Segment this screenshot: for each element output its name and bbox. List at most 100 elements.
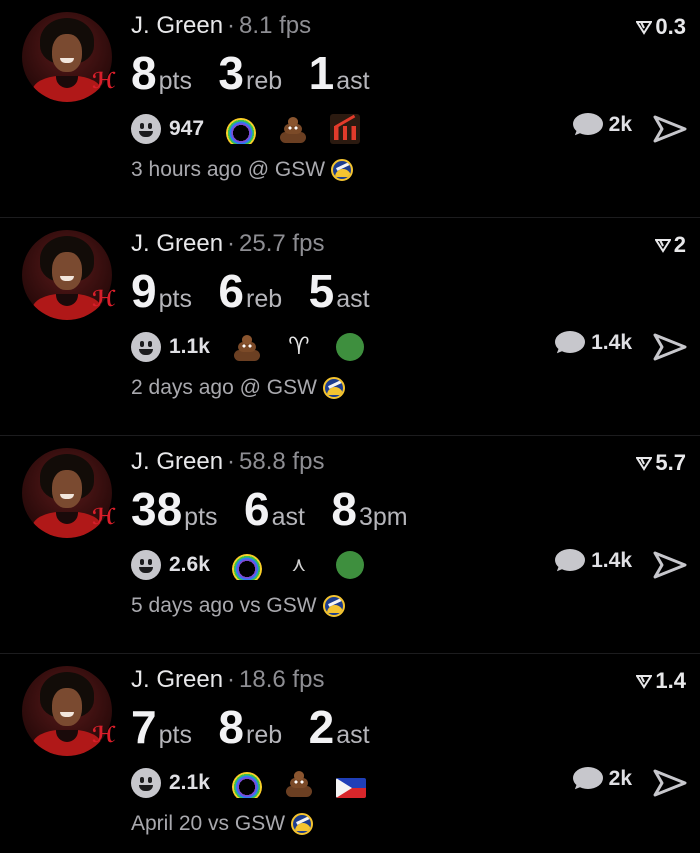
stat-label: ast xyxy=(336,285,370,313)
score-icon xyxy=(635,457,654,471)
stat-label: reb xyxy=(246,721,283,749)
stat-value: 6 xyxy=(243,483,270,535)
fps-value: 18.6 fps xyxy=(239,666,325,693)
post-time: 3 hours ago xyxy=(131,158,242,181)
reactions-bar: 1.1k ♈ xyxy=(131,330,386,364)
stat-value: 7 xyxy=(131,701,157,753)
matchup[interactable]: @ GSW xyxy=(248,158,325,182)
fps-value: 58.8 fps xyxy=(239,448,325,475)
reaction-count: 1.1k xyxy=(169,335,210,358)
stat-line: 38pts 6ast 83pm xyxy=(131,482,430,536)
smiley-react-icon[interactable] xyxy=(131,550,161,580)
score-badge: 2 xyxy=(653,232,686,258)
share-arrow-icon[interactable] xyxy=(652,550,688,580)
team-mark-icon: ℋ xyxy=(92,68,116,93)
feed: ℋ J. Green · 8.1 fps 0.3 8pts 3reb 1ast 94… xyxy=(0,0,700,853)
stat-value: 5 xyxy=(308,265,335,317)
philippines-flag-emoji-icon[interactable] xyxy=(335,778,366,798)
stat-label: pts xyxy=(158,721,192,749)
score-badge: 0.3 xyxy=(635,14,686,40)
rainbow-emoji-icon[interactable] xyxy=(226,114,257,144)
poop-emoji-icon[interactable] xyxy=(278,114,308,144)
score-value: 1.4 xyxy=(655,668,686,693)
player-name[interactable]: J. Green xyxy=(131,230,223,257)
rainbow-emoji-icon[interactable] xyxy=(231,768,262,798)
reaction-count: 2.1k xyxy=(169,771,210,794)
stat-item: 83pm xyxy=(331,482,407,536)
poop-emoji-icon[interactable] xyxy=(232,332,262,362)
stat-label: ast xyxy=(271,503,305,531)
post-time: April 20 xyxy=(131,812,203,835)
stat-item: 6reb xyxy=(218,264,282,318)
post-time: 5 days ago xyxy=(131,594,234,617)
share-arrow-icon[interactable] xyxy=(652,768,688,798)
post-meta: 2 days ago @ GSW xyxy=(131,376,345,400)
warriors-logo-icon xyxy=(322,377,345,399)
share-arrow-icon[interactable] xyxy=(652,332,688,362)
stat-line: 8pts 3reb 1ast xyxy=(131,46,392,100)
score-badge: 5.7 xyxy=(635,450,686,476)
post-card[interactable]: ℋ J. Green · 58.8 fps 5.7 38pts 6ast 83pm … xyxy=(0,436,700,654)
score-value: 5.7 xyxy=(655,450,686,475)
post-header: J. Green · 8.1 fps xyxy=(131,12,312,39)
post-header: J. Green · 18.6 fps xyxy=(131,666,325,693)
reaction-count: 2.6k xyxy=(169,553,210,576)
stat-item: 38pts xyxy=(131,482,218,536)
comment-button[interactable]: 1.4k xyxy=(555,331,632,357)
smiley-react-icon[interactable] xyxy=(131,768,161,798)
matchup[interactable]: @ GSW xyxy=(240,376,317,400)
player-name[interactable]: J. Green xyxy=(131,12,223,39)
matchup[interactable]: vs GSW xyxy=(208,812,285,836)
score-icon xyxy=(635,21,654,35)
stat-value: 8 xyxy=(331,483,357,535)
team-mark-icon: ℋ xyxy=(92,722,116,747)
player-name[interactable]: J. Green xyxy=(131,448,223,475)
warriors-logo-icon xyxy=(331,159,354,181)
stat-label: reb xyxy=(246,285,283,313)
comment-button[interactable]: 2k xyxy=(572,767,632,793)
bird-emoji-icon[interactable]: ⋏ xyxy=(284,550,314,580)
team-mark-icon: ℋ xyxy=(92,286,116,311)
fps-value: 8.1 fps xyxy=(239,12,312,39)
comment-button[interactable]: 1.4k xyxy=(555,549,632,575)
comment-count: 2k xyxy=(608,767,632,790)
stat-value: 2 xyxy=(308,701,335,753)
stat-item: 2ast xyxy=(309,700,370,754)
score-icon xyxy=(635,675,654,689)
stat-label: ast xyxy=(336,67,370,95)
stat-item: 8pts xyxy=(131,46,192,100)
stat-label: reb xyxy=(246,67,283,95)
score-value: 2 xyxy=(673,232,686,257)
fps-value: 25.7 fps xyxy=(239,230,325,257)
warriors-logo-icon xyxy=(291,813,314,835)
post-header: J. Green · 58.8 fps xyxy=(131,448,325,475)
comment-count: 1.4k xyxy=(591,549,632,572)
green-circle-emoji-icon[interactable] xyxy=(335,551,364,579)
comment-bubble-icon xyxy=(572,113,603,139)
poop-emoji-icon[interactable] xyxy=(284,768,314,798)
post-meta: 3 hours ago @ GSW xyxy=(131,158,354,182)
stat-value: 8 xyxy=(218,701,244,753)
stat-value: 9 xyxy=(131,265,157,317)
post-meta: 5 days ago vs GSW xyxy=(131,594,345,618)
matchup[interactable]: vs GSW xyxy=(240,594,317,618)
post-card[interactable]: ℋ J. Green · 25.7 fps 2 9pts 6reb 5ast 1.1… xyxy=(0,218,700,436)
stat-value: 6 xyxy=(218,265,244,317)
declining-chart-emoji-icon[interactable] xyxy=(330,114,361,144)
smiley-react-icon[interactable] xyxy=(131,332,161,362)
reactions-bar: 947 xyxy=(131,112,382,146)
rainbow-emoji-icon[interactable] xyxy=(231,550,262,580)
post-card[interactable]: ℋ J. Green · 8.1 fps 0.3 8pts 3reb 1ast 94… xyxy=(0,0,700,218)
goat-emoji-icon[interactable]: ♈ xyxy=(284,332,314,362)
player-name[interactable]: J. Green xyxy=(131,666,223,693)
post-header: J. Green · 25.7 fps xyxy=(131,230,325,257)
post-time: 2 days ago xyxy=(131,376,234,399)
share-arrow-icon[interactable] xyxy=(652,114,688,144)
green-circle-emoji-icon[interactable] xyxy=(335,333,364,361)
stat-value: 38 xyxy=(131,483,183,535)
comment-count: 1.4k xyxy=(591,331,632,354)
comment-count: 2k xyxy=(608,113,632,136)
comment-button[interactable]: 2k xyxy=(572,113,632,139)
smiley-react-icon[interactable] xyxy=(131,114,161,144)
post-card[interactable]: ℋ J. Green · 18.6 fps 1.4 7pts 8reb 2ast 2… xyxy=(0,654,700,853)
